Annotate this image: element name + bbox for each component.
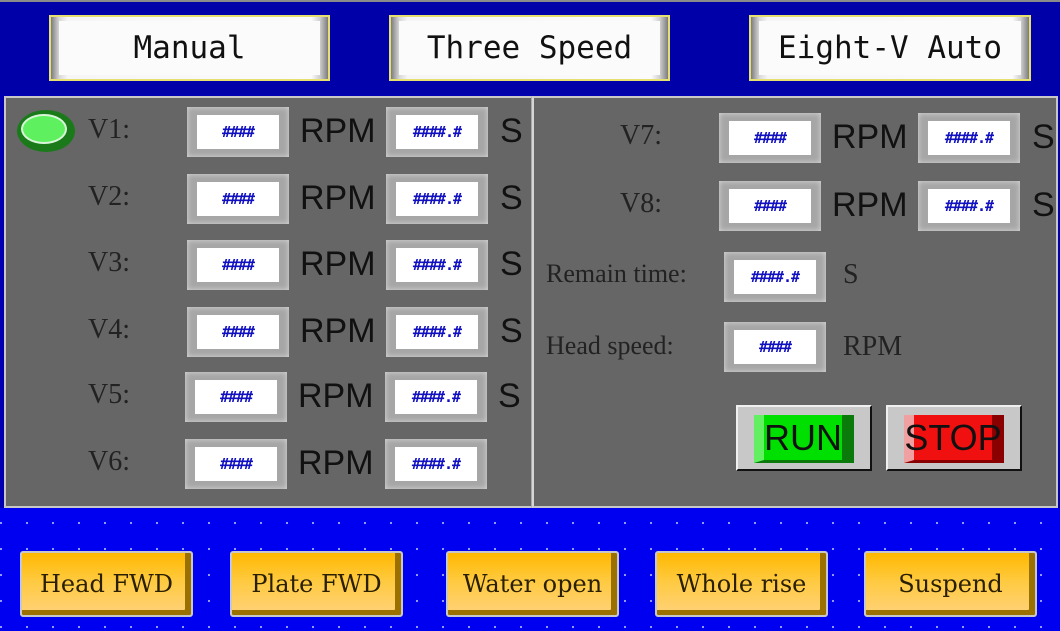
head-fwd-button[interactable]: Head FWD <box>20 551 193 617</box>
step-time-field[interactable]: ####.# <box>385 439 487 489</box>
speed-unit: RPM <box>832 118 908 156</box>
speed-unit: RPM <box>832 186 908 224</box>
step-speed-field[interactable]: #### <box>719 113 821 163</box>
time-unit: S <box>500 245 523 283</box>
whole-rise-button[interactable]: Whole rise <box>655 551 828 617</box>
step-time-field[interactable]: ####.# <box>385 372 487 422</box>
step-label: V2: <box>88 181 130 212</box>
step-label: V3: <box>88 247 130 278</box>
step-time-field[interactable]: ####.# <box>918 113 1020 163</box>
time-unit: S <box>1032 118 1055 156</box>
tab-manual-label: Manual <box>133 30 246 66</box>
step-speed-field[interactable]: #### <box>187 307 289 357</box>
step-speed-field[interactable]: #### <box>719 181 821 231</box>
stop-button[interactable]: STOP <box>886 405 1022 471</box>
tab-eight-v-auto[interactable]: Eight-V Auto <box>749 15 1031 81</box>
step-speed-field[interactable]: #### <box>187 240 289 290</box>
tab-manual[interactable]: Manual <box>49 15 330 81</box>
remain-time-label: Remain time: <box>546 259 687 288</box>
head-speed-unit: RPM <box>843 331 903 362</box>
time-unit: S <box>1032 186 1055 224</box>
speed-unit: RPM <box>300 245 376 283</box>
time-unit: S <box>500 179 523 217</box>
step-label: V8: <box>620 188 662 219</box>
time-unit: S <box>500 312 523 350</box>
speed-unit: RPM <box>300 312 376 350</box>
tab-three-speed[interactable]: Three Speed <box>389 15 670 81</box>
step-label: V1: <box>88 114 130 145</box>
speed-unit: RPM <box>298 444 374 482</box>
speed-unit: RPM <box>298 377 374 415</box>
mode-tab-bar: Manual Three Speed Eight-V Auto <box>0 0 1060 94</box>
step-label: V7: <box>620 120 662 151</box>
water-open-button[interactable]: Water open <box>446 551 619 617</box>
time-unit: S <box>498 377 521 415</box>
tab-three-speed-label: Three Speed <box>426 30 633 66</box>
step-label: V4: <box>88 314 130 345</box>
step-speed-field[interactable]: #### <box>187 174 289 224</box>
speed-unit: RPM <box>300 112 376 150</box>
step-time-field[interactable]: ####.# <box>386 307 488 357</box>
tab-eight-v-auto-label: Eight-V Auto <box>778 30 1002 66</box>
step-time-field[interactable]: ####.# <box>386 240 488 290</box>
run-button[interactable]: RUN <box>736 405 872 471</box>
step-speed-field[interactable]: #### <box>185 439 287 489</box>
speed-unit: RPM <box>300 179 376 217</box>
time-unit: S <box>500 112 523 150</box>
step-time-field[interactable]: ####.# <box>918 181 1020 231</box>
head-speed-label: Head speed: <box>546 331 674 360</box>
remain-time-display: ####.# <box>724 252 826 302</box>
step-label: V5: <box>88 379 130 410</box>
step-time-field[interactable]: ####.# <box>386 107 488 157</box>
step-speed-field[interactable]: #### <box>187 107 289 157</box>
suspend-button[interactable]: Suspend <box>864 551 1037 617</box>
step-label: V6: <box>88 446 130 477</box>
status-indicator-lamp <box>17 110 75 152</box>
step-time-field[interactable]: ####.# <box>386 174 488 224</box>
head-speed-display: #### <box>724 322 826 372</box>
plate-fwd-button[interactable]: Plate FWD <box>230 551 403 617</box>
step-speed-field[interactable]: #### <box>185 372 287 422</box>
remain-time-unit: S <box>843 259 859 290</box>
